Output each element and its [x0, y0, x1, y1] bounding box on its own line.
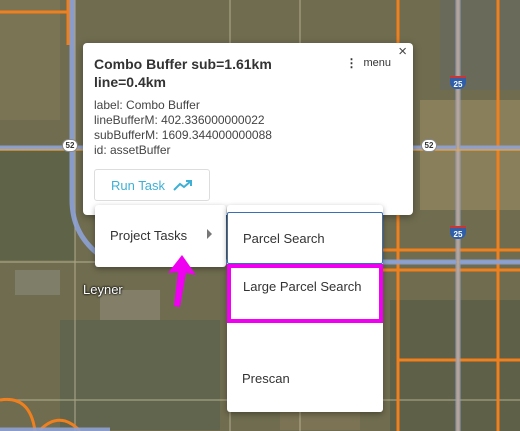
popup-title: Combo Buffer sub=1.61km line=0.4km	[94, 56, 272, 90]
property-line: lineBufferM: 402.336000000022	[94, 113, 265, 127]
project-tasks-item[interactable]: Project Tasks	[95, 219, 226, 251]
project-tasks-label: Project Tasks	[110, 227, 188, 243]
feature-properties: label: Combo Buffer lineBufferM: 402.336…	[94, 98, 272, 158]
submenu-item-parcel-search[interactable]: Parcel Search	[227, 212, 383, 264]
submenu-item-large-parcel-search[interactable]: Large Parcel Search	[227, 264, 383, 323]
project-tasks-submenu: Parcel Search Large Parcel Search Presca…	[227, 205, 383, 412]
run-task-button[interactable]: Run Task	[94, 169, 210, 201]
map-place-label: Leyner	[83, 282, 123, 297]
annotation-arrow-icon	[168, 255, 196, 307]
property-line: label: Combo Buffer	[94, 98, 200, 112]
popup-menu-button[interactable]: ⋮ menu	[345, 57, 391, 69]
submenu-item-prescan[interactable]: Prescan	[227, 371, 383, 393]
kebab-menu-icon: ⋮	[345, 56, 358, 70]
feature-popup: Combo Buffer sub=1.61km line=0.4km × ⋮ m…	[83, 43, 413, 215]
interstate-shield: 25	[450, 226, 466, 239]
property-line: subBufferM: 1609.344000000088	[94, 128, 272, 142]
state-route-shield: 52	[62, 139, 78, 152]
state-route-shield: 52	[421, 139, 437, 152]
chevron-right-icon	[207, 229, 212, 239]
run-task-label: Run Task	[111, 177, 165, 193]
menu-label: menu	[363, 57, 391, 69]
interstate-shield: 25	[450, 76, 466, 89]
property-line: id: assetBuffer	[94, 143, 171, 157]
close-icon[interactable]: ×	[398, 43, 407, 60]
trending-up-icon	[173, 180, 192, 191]
